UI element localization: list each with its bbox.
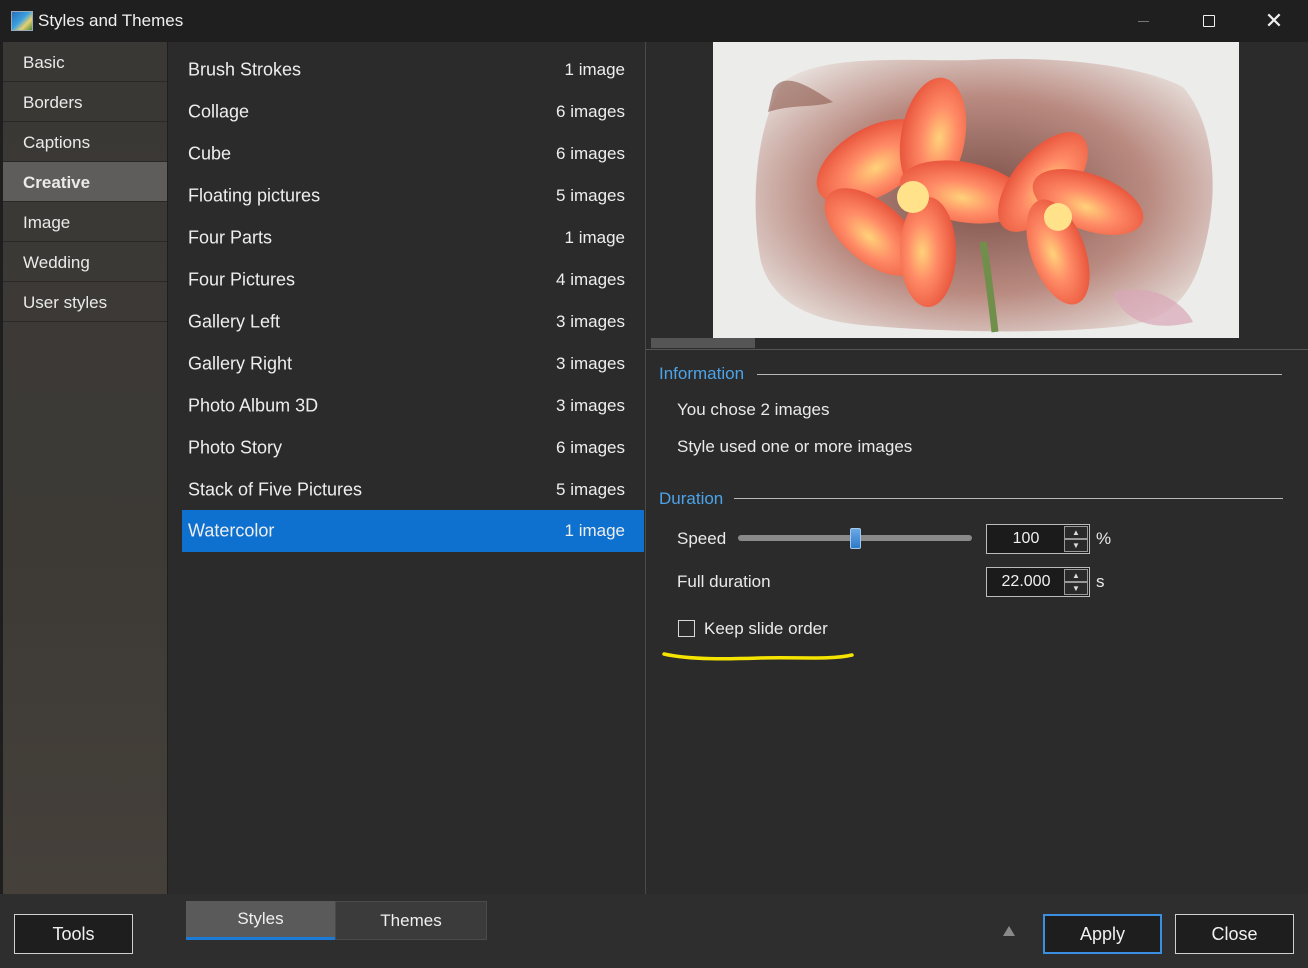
style-item-gallery-right[interactable]: Gallery Right 3 images	[182, 343, 644, 385]
tab-styles[interactable]: Styles	[186, 901, 335, 940]
minimize-button[interactable]	[1110, 0, 1176, 42]
style-item-floating-pictures[interactable]: Floating pictures 5 images	[182, 175, 644, 217]
style-count: 3 images	[556, 312, 625, 331]
speed-decrement-button[interactable]: ▼	[1064, 539, 1088, 552]
style-item-photo-album-3d[interactable]: Photo Album 3D 3 images	[182, 385, 644, 427]
style-count: 1 image	[564, 521, 625, 540]
style-count: 1 image	[564, 60, 625, 79]
preview-scrollbar[interactable]	[651, 338, 755, 348]
category-panel: Basic Borders Captions Creative Image We…	[3, 42, 167, 894]
duration-spin-arrows: ▲ ▼	[1064, 569, 1088, 595]
style-list: Brush Strokes 1 image Collage 6 images Cub…	[168, 42, 645, 894]
style-count: 6 images	[556, 438, 625, 457]
close-button[interactable]: Close	[1175, 914, 1294, 954]
style-item-watercolor[interactable]: Watercolor 1 image	[182, 510, 644, 552]
style-name: Photo Story	[188, 437, 283, 458]
maximize-button[interactable]	[1176, 0, 1242, 42]
style-count: 6 images	[556, 144, 625, 163]
info-chosen-images: You chose 2 images	[677, 400, 830, 419]
speed-value[interactable]: 100	[987, 530, 1065, 548]
information-divider	[757, 374, 1282, 375]
speed-increment-button[interactable]: ▲	[1064, 526, 1088, 539]
close-window-button[interactable]: ✕	[1241, 0, 1307, 42]
style-count: 5 images	[556, 186, 625, 205]
category-borders[interactable]: Borders	[3, 82, 167, 122]
speed-label: Speed	[677, 529, 727, 548]
style-item-collage[interactable]: Collage 6 images	[182, 91, 644, 133]
style-name: Cube	[188, 143, 232, 164]
style-name: Gallery Left	[188, 311, 281, 332]
expand-arrow-icon[interactable]	[1003, 926, 1015, 936]
minimize-icon	[1137, 20, 1149, 22]
keep-slide-order-label[interactable]: Keep slide order	[704, 619, 828, 639]
style-item-gallery-left[interactable]: Gallery Left 3 images	[182, 301, 644, 343]
style-count: 6 images	[556, 102, 625, 121]
title-bar: Styles and Themes ✕	[0, 0, 1308, 42]
full-duration-label: Full duration	[677, 572, 771, 591]
category-image[interactable]: Image	[3, 202, 167, 242]
style-item-four-pictures[interactable]: Four Pictures 4 images	[182, 259, 644, 301]
keep-slide-order-checkbox[interactable]	[678, 620, 695, 637]
category-wedding[interactable]: Wedding	[3, 242, 167, 282]
style-count: 3 images	[556, 354, 625, 373]
info-style-usage: Style used one or more images	[677, 437, 913, 456]
style-item-brush-strokes[interactable]: Brush Strokes 1 image	[182, 49, 644, 91]
duration-section-title: Duration	[659, 489, 724, 508]
style-name: Four Parts	[188, 227, 273, 248]
full-duration-spinbox[interactable]: 22.000 ▲ ▼	[986, 567, 1090, 597]
style-name: Floating pictures	[188, 185, 321, 206]
duration-decrement-button[interactable]: ▼	[1064, 582, 1088, 595]
speed-spin-arrows: ▲ ▼	[1064, 526, 1088, 552]
category-captions[interactable]: Captions	[3, 122, 167, 162]
full-duration-unit: s	[1096, 572, 1105, 591]
watercolor-flower-preview	[713, 42, 1239, 338]
speed-slider-thumb[interactable]	[850, 528, 861, 549]
preview-separator	[646, 349, 1308, 350]
duration-divider	[734, 498, 1283, 499]
speed-unit: %	[1096, 529, 1112, 548]
style-count: 1 image	[564, 228, 625, 247]
style-item-photo-story[interactable]: Photo Story 6 images	[182, 427, 644, 469]
yellow-underline-annotation	[662, 652, 854, 661]
style-name: Stack of Five Pictures	[188, 479, 363, 500]
category-user-styles[interactable]: User styles	[3, 282, 167, 322]
tools-button[interactable]: Tools	[14, 914, 133, 954]
style-count: 3 images	[556, 396, 625, 415]
speed-spinbox[interactable]: 100 ▲ ▼	[986, 524, 1090, 554]
close-icon: ✕	[1264, 8, 1284, 33]
maximize-icon	[1203, 15, 1215, 27]
full-duration-value[interactable]: 22.000	[987, 573, 1065, 591]
style-count: 5 images	[556, 480, 625, 499]
category-creative[interactable]: Creative	[3, 162, 167, 202]
style-name: Collage	[188, 101, 250, 122]
style-item-cube[interactable]: Cube 6 images	[182, 133, 644, 175]
style-preview-image	[713, 42, 1239, 338]
style-count: 4 images	[556, 270, 625, 289]
style-name: Brush Strokes	[188, 59, 302, 80]
information-section-title: Information	[659, 364, 745, 383]
style-name: Gallery Right	[188, 353, 293, 374]
style-item-stack-of-five-pictures[interactable]: Stack of Five Pictures 5 images	[182, 469, 644, 511]
apply-button[interactable]: Apply	[1043, 914, 1162, 954]
style-name: Photo Album 3D	[188, 395, 319, 416]
window-title: Styles and Themes	[38, 11, 184, 30]
style-name: Four Pictures	[188, 269, 296, 290]
category-basic[interactable]: Basic	[3, 42, 167, 82]
app-icon	[11, 11, 33, 31]
style-name: Watercolor	[188, 520, 275, 541]
style-item-four-parts[interactable]: Four Parts 1 image	[182, 217, 644, 259]
tab-themes[interactable]: Themes	[335, 901, 487, 940]
duration-increment-button[interactable]: ▲	[1064, 569, 1088, 582]
